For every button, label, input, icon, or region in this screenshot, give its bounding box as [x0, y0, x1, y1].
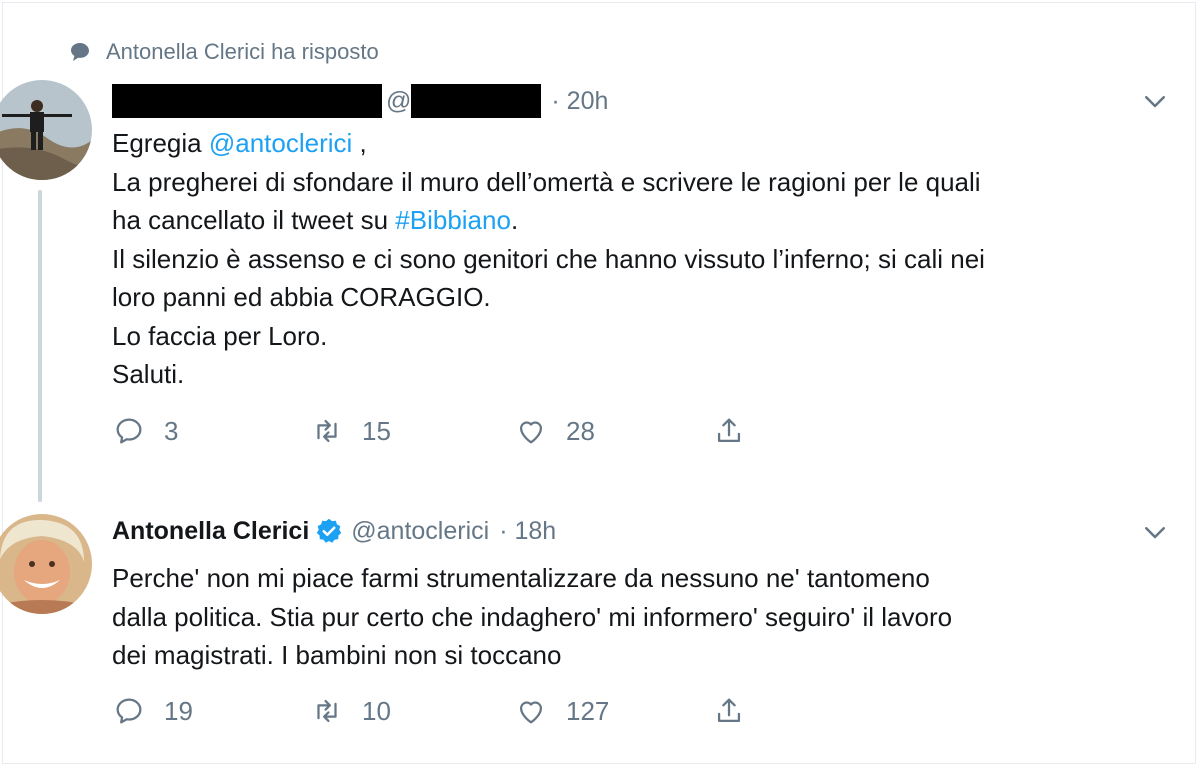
- text-segment: ha cancellato il tweet su: [112, 205, 396, 235]
- tweet-header: Antonella Clerici @antoclerici · 18h: [112, 514, 556, 548]
- text-segment: .: [510, 205, 519, 235]
- reply-button[interactable]: 3: [112, 414, 310, 448]
- text-line: La pregherei di sfondare il muro dell’om…: [112, 166, 981, 197]
- text-segment: ,: [352, 128, 367, 158]
- retweet-icon: [317, 699, 337, 723]
- verified-badge-icon: [317, 518, 342, 543]
- text-segment: Egregia: [112, 128, 209, 158]
- retweet-icon: [317, 419, 337, 443]
- mention-link[interactable]: @antoclerici: [209, 128, 352, 158]
- like-button[interactable]: 28: [514, 414, 712, 448]
- retweet-button[interactable]: 15: [310, 414, 514, 448]
- tweet-actions: 19 10 127: [112, 694, 746, 728]
- text-line: loro panni ed abbia CORAGGIO.: [112, 282, 491, 312]
- speech-bubble-icon: [71, 43, 89, 61]
- text-line: Il silenzio è assenso e ci sono genitori…: [112, 243, 985, 274]
- share-button[interactable]: [712, 694, 746, 728]
- reply-button[interactable]: 19: [112, 694, 310, 728]
- thread-connector-line: [38, 190, 42, 502]
- tweet-text: Perche' non mi piace farmi strumentalizz…: [112, 559, 952, 675]
- hashtag-link[interactable]: #Bibbiano: [395, 205, 511, 235]
- retweet-button[interactable]: 10: [310, 694, 514, 728]
- retweet-count: 10: [362, 695, 391, 726]
- redacted-display-name: [112, 84, 382, 118]
- heart-icon: [519, 421, 543, 444]
- reply-icon: [116, 698, 142, 724]
- display-name[interactable]: Antonella Clerici: [112, 517, 309, 546]
- redacted-handle: [411, 84, 542, 118]
- tweet-actions: 3 15 28: [112, 414, 746, 448]
- like-count: 127: [566, 695, 610, 726]
- reply-count: 3: [164, 415, 179, 446]
- text-line: Saluti.: [112, 359, 185, 389]
- reply-context[interactable]: Antonella Clerici ha risposto: [68, 38, 379, 66]
- tweet-text: Egregia @antoclerici , La pregherei di s…: [112, 124, 985, 394]
- handle[interactable]: @antoclerici: [351, 517, 489, 546]
- retweet-count: 15: [362, 415, 391, 446]
- share-button[interactable]: [712, 414, 746, 448]
- like-button[interactable]: 127: [514, 694, 712, 728]
- share-icon: [717, 418, 741, 443]
- handle-prefix: @: [386, 86, 412, 115]
- reply-context-label: Antonella Clerici ha risposto: [106, 39, 379, 64]
- tweet-header: @ · 20h: [112, 84, 608, 118]
- text-line: dei magistrati. I bambini non si toccano: [112, 640, 562, 670]
- tweet-time[interactable]: · 20h: [551, 87, 608, 116]
- chevron-down-icon[interactable]: [1140, 86, 1170, 116]
- share-icon: [717, 698, 741, 723]
- chevron-down-icon[interactable]: [1140, 517, 1170, 547]
- reply-count: 19: [164, 695, 193, 726]
- text-line: Lo faccia per Loro.: [112, 320, 328, 351]
- reply-icon: [116, 418, 142, 444]
- tweet-time[interactable]: · 18h: [499, 517, 556, 546]
- text-line: dalla politica. Stia pur certo che indag…: [112, 601, 953, 632]
- heart-icon: [519, 701, 543, 724]
- like-count: 28: [566, 415, 595, 446]
- text-line: Perche' non mi piace farmi strumentalizz…: [112, 563, 930, 593]
